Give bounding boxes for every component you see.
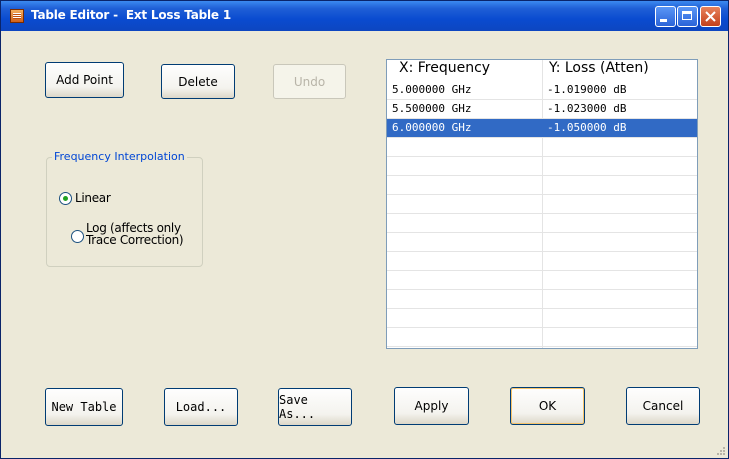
frequency-interpolation-legend: Frequency Interpolation <box>52 150 187 163</box>
title-bar[interactable]: Table Editor - Ext Loss Table 1 <box>1 1 728 31</box>
table-row-empty[interactable] <box>387 157 697 176</box>
minimize-icon[interactable] <box>655 6 676 27</box>
table-row-empty[interactable] <box>387 252 697 271</box>
close-icon[interactable] <box>700 6 721 27</box>
table-row-empty[interactable] <box>387 195 697 214</box>
apply-button[interactable]: Apply <box>394 387 469 425</box>
save-as-button[interactable]: Save As... <box>278 388 352 426</box>
add-point-button[interactable]: Add Point <box>45 62 124 98</box>
column-header-x-frequency[interactable]: X: Frequency <box>399 60 490 81</box>
table-row-empty[interactable] <box>387 176 697 195</box>
ok-button[interactable]: OK <box>510 387 585 425</box>
app-icon <box>10 9 24 23</box>
window-title: Table Editor - Ext Loss Table 1 <box>31 8 231 22</box>
table-row-empty[interactable] <box>387 328 697 347</box>
cancel-button[interactable]: Cancel <box>626 387 700 425</box>
table-row-empty[interactable] <box>387 290 697 309</box>
table-editor-window: Table Editor - Ext Loss Table 1 Add Poin… <box>0 0 729 459</box>
frequency-cell[interactable]: 5.000000 GHz <box>392 83 471 96</box>
linear-radio[interactable] <box>59 192 72 205</box>
maximize-icon[interactable] <box>677 6 698 27</box>
delete-button[interactable]: Delete <box>161 64 235 99</box>
resize-grip-icon[interactable] <box>714 444 726 456</box>
linear-radio-label[interactable]: Linear <box>75 192 111 204</box>
table-row-empty[interactable] <box>387 271 697 290</box>
table-row-empty[interactable] <box>387 233 697 252</box>
loss-cell[interactable]: -1.019000 dB <box>547 83 626 96</box>
log-radio-label-line2[interactable]: Trace Correction) <box>86 234 184 246</box>
undo-button[interactable]: Undo <box>273 64 346 99</box>
load-button[interactable]: Load... <box>164 388 238 426</box>
frequency-cell[interactable]: 6.000000 GHz <box>392 121 471 134</box>
log-radio[interactable] <box>71 230 84 243</box>
column-header-y-loss[interactable]: Y: Loss (Atten) <box>549 60 649 81</box>
table-row[interactable]: 5.500000 GHz -1.023000 dB <box>387 100 697 119</box>
loss-cell[interactable]: -1.050000 dB <box>547 121 626 134</box>
table-row-empty[interactable] <box>387 138 697 157</box>
table-row-empty[interactable] <box>387 309 697 328</box>
loss-table[interactable]: X: Frequency Y: Loss (Atten) 5.000000 GH… <box>386 59 698 349</box>
table-row-empty[interactable] <box>387 214 697 233</box>
table-row[interactable]: 5.000000 GHz -1.019000 dB <box>387 81 697 100</box>
frequency-cell[interactable]: 5.500000 GHz <box>392 102 471 115</box>
table-row[interactable]: 6.000000 GHz -1.050000 dB <box>387 119 697 138</box>
new-table-button[interactable]: New Table <box>45 388 123 426</box>
loss-cell[interactable]: -1.023000 dB <box>547 102 626 115</box>
frequency-interpolation-group <box>46 157 203 267</box>
